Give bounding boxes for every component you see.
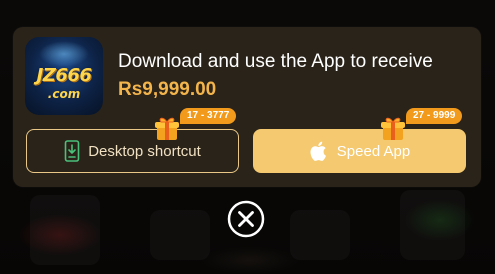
logo-glow — [39, 41, 89, 67]
app-download-promo-card: JZ666 .com Download and use the App to r… — [13, 27, 481, 187]
speed-app-label: Speed App — [336, 142, 411, 160]
desktop-shortcut-label: Desktop shortcut — [88, 142, 201, 160]
phone-download-icon — [64, 140, 80, 162]
promo-title: Download and use the App to receive — [118, 51, 433, 72]
app-logo-domain: .com — [47, 87, 81, 101]
desktop-reward-badge: 17 - 3777 — [180, 108, 237, 124]
app-logo-brand: JZ666 — [36, 65, 92, 86]
promo-amount: Rs9,999.00 — [118, 79, 217, 100]
gift-icon — [153, 114, 181, 142]
speed-app-reward-badge: 27 - 9999 — [406, 108, 463, 124]
close-circle-icon — [227, 200, 265, 238]
desktop-shortcut-button[interactable]: Desktop shortcut — [26, 129, 239, 173]
apple-icon — [309, 140, 329, 162]
speed-app-button[interactable]: Speed App — [253, 129, 466, 173]
app-logo: JZ666 .com — [25, 37, 103, 115]
close-button[interactable] — [226, 199, 266, 239]
gift-icon — [379, 114, 407, 142]
